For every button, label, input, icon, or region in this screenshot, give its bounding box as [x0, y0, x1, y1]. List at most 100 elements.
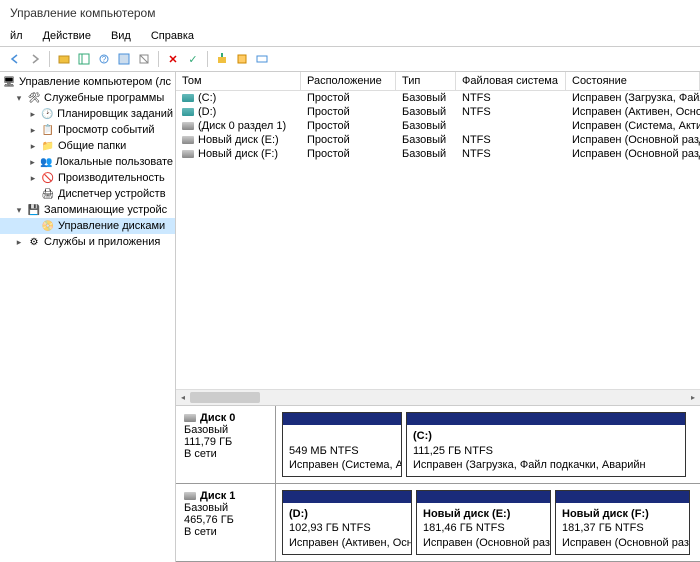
toolbar: ? ✕ ✓: [0, 47, 700, 72]
menu-action[interactable]: Действие: [39, 28, 95, 44]
up-icon[interactable]: [55, 50, 73, 68]
partition[interactable]: Новый диск (E:)181,46 ГБ NTFSИсправен (О…: [416, 490, 551, 555]
volume-state: Исправен (Загрузка, Файл подкачки,: [566, 91, 700, 105]
volume-state: Исправен (Основной раздел): [566, 147, 700, 161]
action2-icon[interactable]: [233, 50, 251, 68]
disk-name: Диск 1: [200, 490, 235, 502]
expand-icon[interactable]: ▸: [14, 237, 24, 248]
volume-type: Базовый: [396, 133, 456, 147]
partition-name: Новый диск (F:): [562, 507, 683, 521]
partition-size: 102,93 ГБ NTFS: [289, 521, 405, 535]
partition-header: [283, 491, 411, 503]
col-volume[interactable]: Том: [176, 72, 301, 90]
perf-icon: 🚫: [41, 171, 55, 185]
partition[interactable]: Новый диск (F:)181,37 ГБ NTFSИсправен (О…: [555, 490, 690, 555]
expand-icon[interactable]: ▸: [28, 125, 38, 136]
menu-help[interactable]: Справка: [147, 28, 198, 44]
scroll-right-icon[interactable]: ▸: [686, 390, 700, 405]
col-filesystem[interactable]: Файловая система: [456, 72, 566, 90]
volume-fs: NTFS: [456, 91, 566, 105]
action1-icon[interactable]: [213, 50, 231, 68]
scroll-thumb[interactable]: [190, 392, 260, 403]
refresh-icon[interactable]: [115, 50, 133, 68]
tree-services[interactable]: ▸⚙Службы и приложения: [0, 234, 175, 250]
partition[interactable]: (C:)111,25 ГБ NTFSИсправен (Загрузка, Фа…: [406, 412, 686, 477]
col-layout[interactable]: Расположение: [301, 72, 396, 90]
volume-row[interactable]: (Диск 0 раздел 1)ПростойБазовыйИсправен …: [176, 119, 700, 133]
volume-state: Исправен (Система, Активен, Основ: [566, 119, 700, 133]
partition[interactable]: (D:)102,93 ГБ NTFSИсправен (Активен, Осн: [282, 490, 412, 555]
col-type[interactable]: Тип: [396, 72, 456, 90]
computer-icon: 🖥: [2, 75, 16, 89]
delete-icon[interactable]: ✕: [164, 50, 182, 68]
volume-type: Базовый: [396, 119, 456, 133]
back-icon[interactable]: [6, 50, 24, 68]
partition-size: 111,25 ГБ NTFS: [413, 444, 679, 458]
partition-header: [556, 491, 689, 503]
col-state[interactable]: Состояние: [566, 72, 700, 90]
window-title: Управление компьютером: [0, 0, 700, 26]
volume-fs: NTFS: [456, 147, 566, 161]
tree-scheduler[interactable]: ▸🕑Планировщик заданий: [0, 106, 175, 122]
disk-partitions: 549 МБ NTFSИсправен (Система, Ак(C:)111,…: [276, 406, 700, 483]
volume-row[interactable]: (C:)ПростойБазовыйNTFSИсправен (Загрузка…: [176, 91, 700, 105]
disk-type: Базовый: [184, 424, 267, 436]
folder-icon: 📁: [41, 139, 55, 153]
partition-header: [407, 413, 685, 425]
volume-name: Новый диск (F:): [198, 148, 278, 160]
horizontal-scrollbar[interactable]: ◂ ▸: [176, 389, 700, 405]
tree-root[interactable]: 🖥Управление компьютером (лс: [0, 74, 175, 90]
tree-shared[interactable]: ▸📁Общие папки: [0, 138, 175, 154]
export-icon[interactable]: [135, 50, 153, 68]
tree-device-manager[interactable]: 🖨Диспетчер устройств: [0, 186, 175, 202]
volume-type: Базовый: [396, 147, 456, 161]
menu-view[interactable]: Вид: [107, 28, 135, 44]
properties-icon[interactable]: ?: [95, 50, 113, 68]
expand-icon[interactable]: ▸: [28, 157, 37, 168]
forward-icon[interactable]: [26, 50, 44, 68]
services-icon: ⚙: [27, 235, 41, 249]
volume-icon: [182, 136, 194, 144]
volume-state: Исправен (Активен, Основной разде: [566, 105, 700, 119]
tree-events[interactable]: ▸📋Просмотр событий: [0, 122, 175, 138]
expand-icon[interactable]: ▸: [28, 141, 38, 152]
menu-bar: йл Действие Вид Справка: [0, 26, 700, 47]
partition[interactable]: 549 МБ NTFSИсправен (Система, Ак: [282, 412, 402, 477]
device-icon: 🖨: [41, 187, 55, 201]
partition-size: 181,46 ГБ NTFS: [423, 521, 544, 535]
disk-status: В сети: [184, 526, 267, 538]
events-icon: 📋: [41, 123, 55, 137]
expand-icon[interactable]: ▸: [28, 173, 38, 184]
tree-disk-management[interactable]: 📀Управление дисками: [0, 218, 175, 234]
disk-info[interactable]: Диск 1Базовый465,76 ГБВ сети: [176, 484, 276, 561]
tree-system-tools[interactable]: ▾🛠Служебные программы: [0, 90, 175, 106]
disk-layout-pane: Диск 0Базовый111,79 ГБВ сети 549 МБ NTFS…: [176, 405, 700, 562]
partition-state: Исправен (Система, Ак: [289, 458, 395, 472]
action3-icon[interactable]: [253, 50, 271, 68]
users-icon: 👥: [40, 155, 53, 169]
tools-icon: 🛠: [27, 91, 41, 105]
partition-size: 549 МБ NTFS: [289, 444, 395, 458]
partition-header: [417, 491, 550, 503]
volume-row[interactable]: Новый диск (F:)ПростойБазовыйNTFSИсправе…: [176, 147, 700, 161]
volume-fs: NTFS: [456, 105, 566, 119]
scroll-left-icon[interactable]: ◂: [176, 390, 190, 405]
separator: [49, 51, 50, 67]
tree-storage[interactable]: ▾💾Запоминающие устройс: [0, 202, 175, 218]
volume-row[interactable]: Новый диск (E:)ПростойБазовыйNTFSИсправе…: [176, 133, 700, 147]
show-hide-icon[interactable]: [75, 50, 93, 68]
clock-icon: 🕑: [41, 107, 54, 121]
check-icon[interactable]: ✓: [184, 50, 202, 68]
disk-type: Базовый: [184, 502, 267, 514]
collapse-icon[interactable]: ▾: [14, 93, 24, 104]
collapse-icon[interactable]: ▾: [14, 205, 24, 216]
volume-state: Исправен (Основной раздел): [566, 133, 700, 147]
volume-row[interactable]: (D:)ПростойБазовыйNTFSИсправен (Активен,…: [176, 105, 700, 119]
tree-users[interactable]: ▸👥Локальные пользовате: [0, 154, 175, 170]
disk-info[interactable]: Диск 0Базовый111,79 ГБВ сети: [176, 406, 276, 483]
tree-performance[interactable]: ▸🚫Производительность: [0, 170, 175, 186]
partition-state: Исправен (Активен, Осн: [289, 536, 405, 550]
menu-file[interactable]: йл: [6, 28, 27, 44]
expand-icon[interactable]: ▸: [28, 109, 38, 120]
volume-icon: [182, 122, 194, 130]
